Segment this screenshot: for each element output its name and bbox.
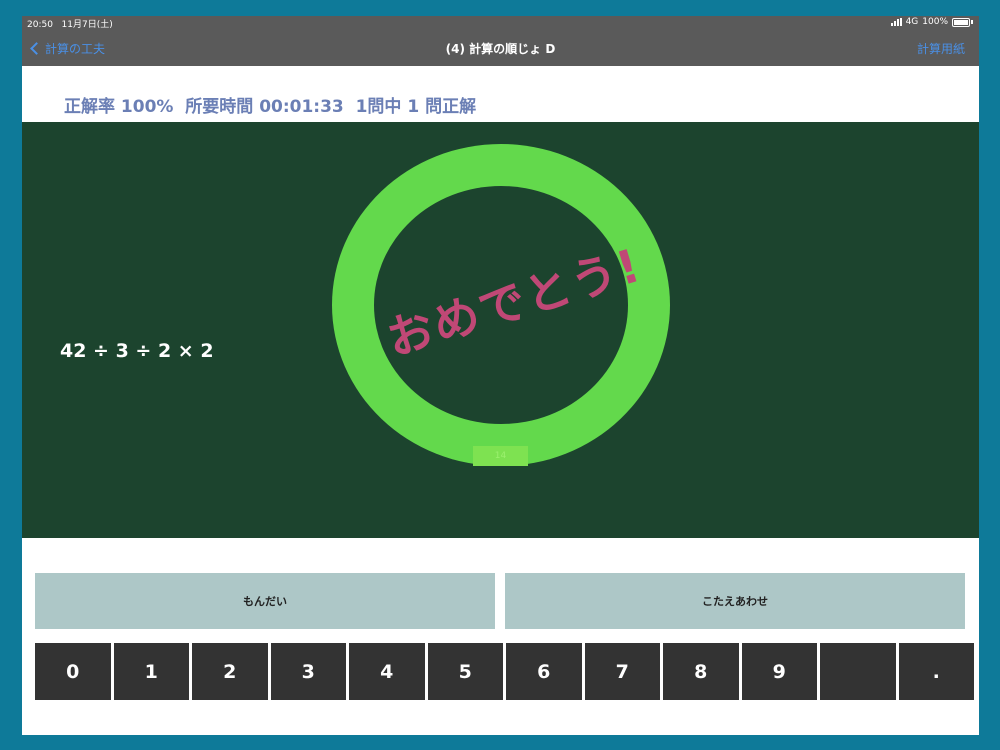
score-summary: 正解率 100% 所要時間 00:01:33 1問中 1 問正解	[64, 97, 477, 117]
key-4[interactable]: 4	[349, 643, 425, 700]
network-label: 4G	[905, 17, 919, 27]
key-8[interactable]: 8	[663, 643, 739, 700]
key-3[interactable]: 3	[270, 643, 346, 700]
scratch-paper-button[interactable]: 計算用紙	[917, 40, 965, 57]
signal-icon	[890, 18, 902, 26]
status-indicators: 4G 100%	[890, 17, 973, 27]
action-bar: もんだい こたえあわせ	[22, 573, 979, 629]
question-button[interactable]: もんだい	[35, 573, 495, 629]
status-time-date: 20:50 11月7日(土)	[27, 17, 113, 30]
status-date: 11月7日(土)	[61, 20, 113, 30]
key-decimal[interactable]: .	[898, 643, 974, 700]
status-time: 20:50	[27, 20, 53, 30]
chalkboard: 42 ÷ 3 ÷ 2 × 2 おめでとう! 14	[22, 122, 979, 538]
status-bar: 20:50 11月7日(土) 4G 100%	[22, 16, 979, 30]
check-answer-button[interactable]: こたえあわせ	[505, 573, 965, 629]
navigation-bar: 計算の工夫 (4) 計算の順じょ D 計算用紙	[22, 30, 979, 66]
page-title: (4) 計算の順じょ D	[445, 42, 556, 56]
key-5[interactable]: 5	[427, 643, 503, 700]
key-6[interactable]: 6	[506, 643, 582, 700]
battery-label: 100%	[922, 17, 948, 27]
battery-icon	[952, 17, 970, 27]
answer-box[interactable]: 14	[473, 446, 528, 466]
number-keypad: 0 1 2 3 4 5 6 7 8 9 .	[35, 643, 977, 700]
app-screen: 20:50 11月7日(土) 4G 100% 計算の工夫 (4) 計算の順じょ …	[22, 16, 979, 735]
key-1[interactable]: 1	[113, 643, 189, 700]
problem-expression: 42 ÷ 3 ÷ 2 × 2	[60, 340, 214, 362]
key-0[interactable]: 0	[35, 643, 111, 700]
key-2[interactable]: 2	[192, 643, 268, 700]
key-9[interactable]: 9	[741, 643, 817, 700]
key-7[interactable]: 7	[584, 643, 660, 700]
key-blank[interactable]	[820, 643, 896, 700]
